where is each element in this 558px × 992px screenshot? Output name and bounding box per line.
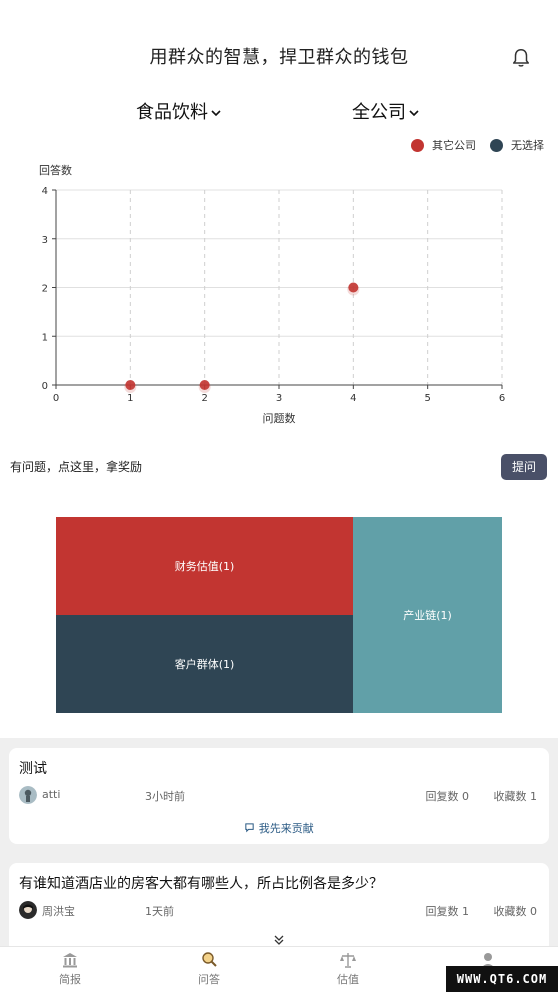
y-tick-label: 3	[42, 235, 48, 246]
tab-label: 估值	[337, 973, 359, 986]
legend-dot	[490, 138, 503, 152]
post-time: 1天前	[145, 905, 174, 918]
app-header: 用群众的智慧，捍卫群众的钱包	[0, 40, 558, 76]
question-meta: atti 3小时前 回复数 0 收藏数 1	[19, 786, 539, 806]
chevron-down-icon	[409, 110, 419, 117]
tab-news[interactable]: 简报	[20, 951, 120, 991]
y-axis-label: 回答数	[39, 163, 72, 177]
treemap-label: 财务估值(1)	[174, 560, 235, 573]
x-tick-label: 0	[53, 393, 59, 404]
contribute-label: 我先来贡献	[258, 822, 314, 835]
question-feed: 测试 atti 3小时前 回复数 0 收藏数 1 我先来贡献 有谁知道酒店业的房…	[0, 738, 558, 953]
avatar[interactable]	[19, 901, 37, 919]
x-tick-label: 3	[276, 393, 282, 404]
watermark-logo: WWW.QT6.COM	[446, 966, 558, 992]
treemap-tile-chain[interactable]: 产业链(1)	[353, 517, 502, 713]
filter-bar: 食品饮料 全公司	[0, 98, 558, 128]
bell-icon[interactable]	[510, 46, 532, 70]
comment-icon	[245, 823, 254, 833]
ask-row: 有问题，点这里，拿奖励 提问	[0, 454, 558, 482]
x-tick-label: 1	[127, 393, 133, 404]
x-tick-label: 2	[201, 393, 207, 404]
legend-item-other[interactable]: 其它公司	[411, 137, 476, 153]
legend-label: 无选择	[511, 139, 544, 152]
company-dropdown[interactable]: 全公司	[352, 98, 420, 128]
question-title[interactable]: 有谁知道酒店业的房客大都有哪些人，所占比例各是多少？	[19, 873, 383, 893]
app-root: 用群众的智慧，捍卫群众的钱包 食品饮料 全公司 其它公司 无选择 0 1 2 3…	[0, 0, 558, 992]
y-tick-label: 4	[42, 186, 48, 197]
tab-qa[interactable]: 问答	[159, 951, 259, 991]
legend-label: 其它公司	[432, 139, 476, 152]
username[interactable]: 周洪宝	[42, 903, 75, 919]
tab-label: 问答	[198, 973, 220, 986]
reply-count: 回复数 0	[425, 790, 470, 803]
avatar[interactable]	[19, 786, 37, 804]
scatter-point	[125, 380, 136, 390]
x-axis-label: 问题数	[263, 412, 296, 425]
bank-icon	[63, 953, 77, 968]
x-tick-label: 4	[350, 393, 356, 404]
scatter-point	[199, 380, 210, 390]
category-dropdown-label: 食品饮料	[136, 102, 208, 123]
x-tick-label: 5	[424, 393, 430, 404]
treemap-tile-valuation[interactable]: 财务估值(1)	[56, 517, 353, 615]
legend-dot	[411, 138, 424, 152]
ask-button[interactable]: 提问	[501, 454, 547, 480]
favorite-count: 收藏数 0	[493, 905, 538, 918]
chevron-down-icon	[211, 110, 221, 117]
category-dropdown[interactable]: 食品饮料	[136, 98, 222, 128]
ask-prompt: 有问题，点这里，拿奖励	[10, 460, 143, 474]
question-card[interactable]: 测试 atti 3小时前 回复数 0 收藏数 1 我先来贡献	[9, 748, 549, 844]
y-tick-label: 1	[42, 332, 48, 343]
chart-legend: 其它公司 无选择	[397, 136, 544, 154]
x-tick-label: 6	[499, 393, 505, 404]
tab-label: 简报	[59, 973, 81, 986]
scatter-chart: 0 1 2 3 4 5 6 0 1 2 3 4 问题数 回答数	[39, 163, 505, 425]
contribute-link[interactable]: 我先来贡献	[9, 820, 549, 836]
username[interactable]: atti	[42, 788, 60, 801]
question-title[interactable]: 测试	[19, 758, 47, 778]
legend-item-none[interactable]: 无选择	[490, 137, 544, 153]
scatter-point	[348, 282, 359, 293]
treemap-tile-customers[interactable]: 客户群体(1)	[56, 615, 353, 713]
post-time: 3小时前	[145, 790, 185, 803]
topic-treemap: 财务估值(1) 客户群体(1) 产业链(1)	[56, 517, 502, 713]
company-dropdown-label: 全公司	[352, 102, 406, 123]
treemap-label: 客户群体(1)	[174, 658, 235, 671]
page-title: 用群众的智慧，捍卫群众的钱包	[149, 47, 409, 68]
scale-icon	[340, 953, 356, 968]
reply-count: 回复数 1	[425, 905, 470, 918]
double-chevron-down-icon[interactable]	[272, 934, 286, 946]
y-tick-label: 2	[42, 284, 48, 295]
favorite-count: 收藏数 1	[493, 790, 538, 803]
magnifier-icon	[202, 952, 217, 967]
treemap-label: 产业链(1)	[403, 609, 452, 622]
tab-valuation[interactable]: 估值	[298, 951, 398, 991]
question-meta: 周洪宝 1天前 回复数 1 收藏数 0	[19, 901, 539, 921]
y-tick-label: 0	[42, 381, 48, 392]
